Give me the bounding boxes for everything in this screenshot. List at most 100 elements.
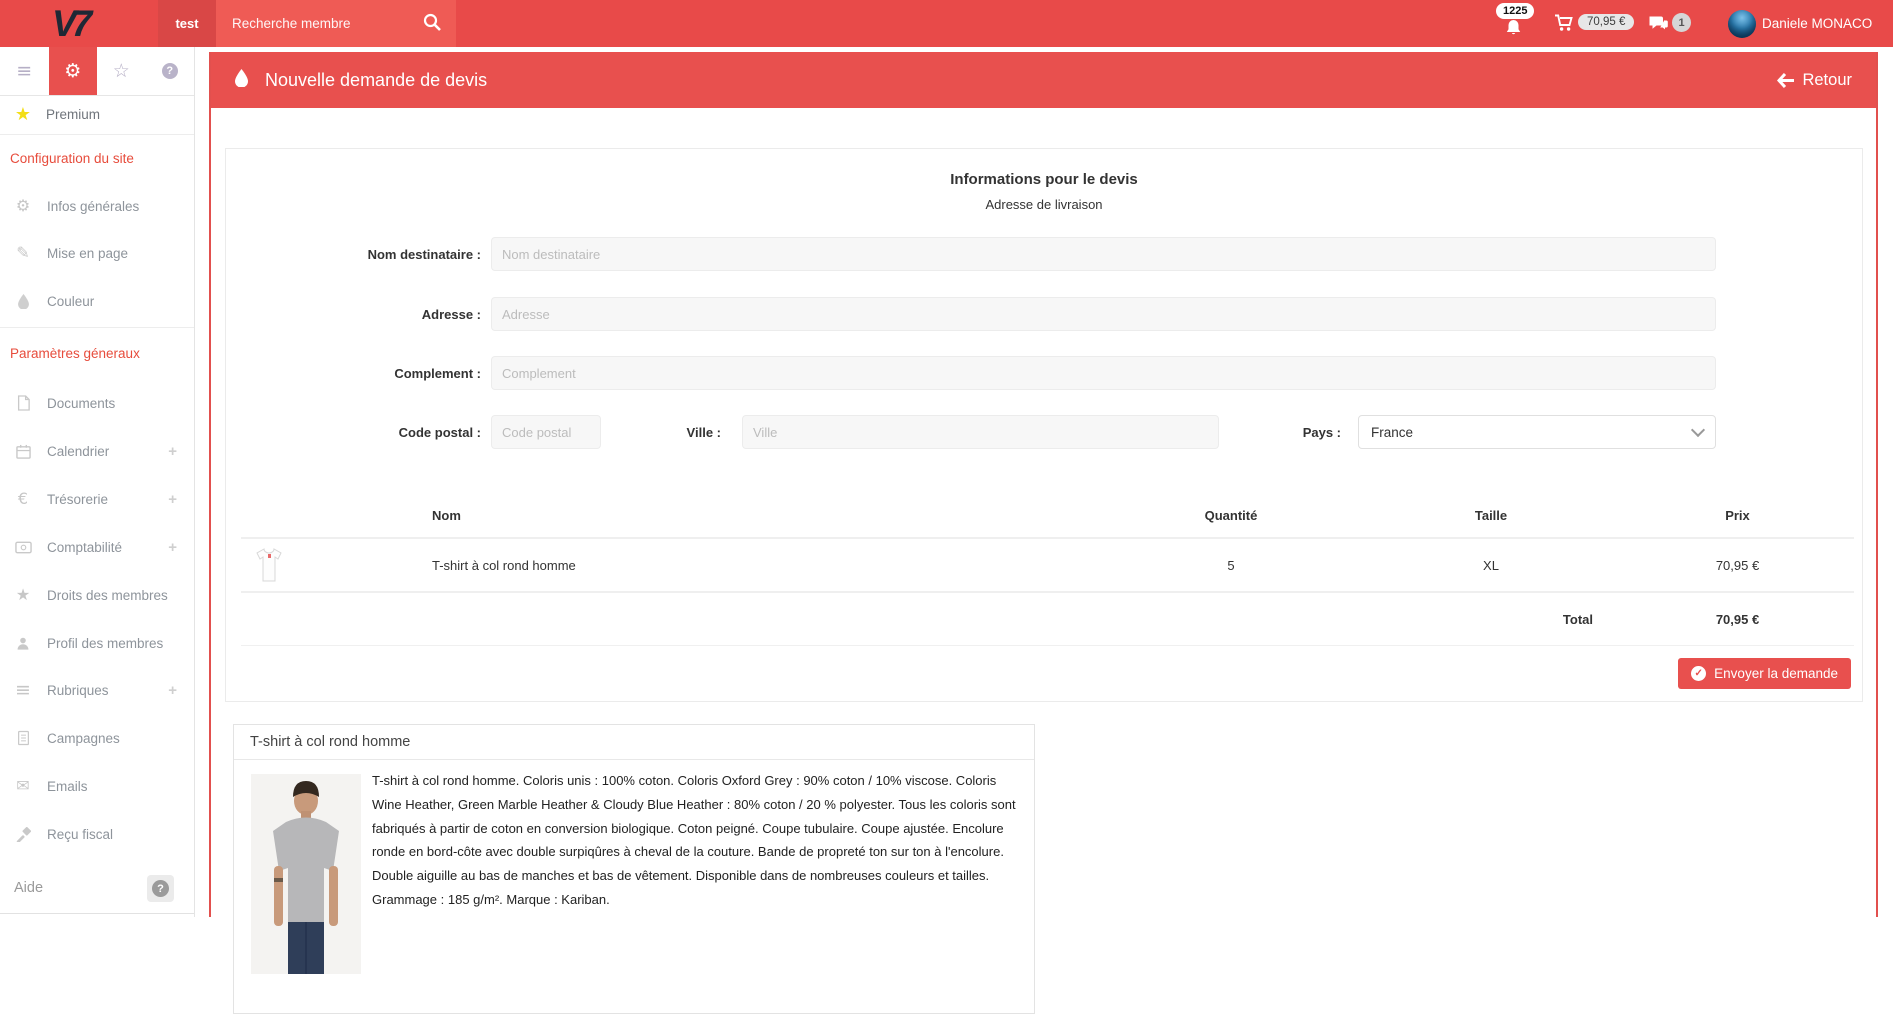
complement-label: Complement : [241,366,481,381]
sidebar-item-label: Infos générales [47,199,139,214]
search-icon[interactable] [422,12,442,35]
sidebar-item-documents[interactable]: Documents [0,390,194,416]
droplet-icon [14,294,32,309]
tab-help[interactable]: ? [146,47,195,95]
user-name[interactable]: Daniele MONACO [1762,16,1872,31]
send-request-label: Envoyer la demande [1714,666,1838,681]
sidebar-item-emails[interactable]: ✉ Emails [0,773,194,799]
sidebar-item-label: Emails [47,779,88,794]
sidebar-item-label: Rubriques [47,683,109,698]
pays-selected-value: France [1371,425,1413,440]
tab-settings[interactable]: ⚙ [49,47,98,95]
form-subheading: Adresse de livraison [226,197,1862,212]
content-panel: Nouvelle demande de devis Retour Informa… [209,52,1878,917]
user-avatar[interactable] [1728,10,1756,38]
brush-icon: ✎ [14,245,32,261]
bell-icon[interactable] [1505,19,1522,39]
code-postal-input[interactable] [491,415,601,449]
sidebar-item-tresorerie[interactable]: € Trésorerie + [0,486,194,512]
sidebar-item-rubriques[interactable]: ≡ Rubriques + [0,677,194,703]
sidebar-item-mise-en-page[interactable]: ✎ Mise en page [0,240,194,266]
col-header-nom: Nom [426,508,1101,523]
check-circle-icon: ✓ [1691,666,1706,681]
file-icon [14,395,32,411]
messages-icon[interactable] [1648,15,1669,36]
sidebar-item-infos-generales[interactable]: ⚙ Infos générales [0,193,194,219]
table-header: Nom Quantité Taille Prix [241,494,1854,539]
devis-card: Informations pour le devis Adresse de li… [225,148,1863,702]
pays-label: Pays : [1221,425,1341,440]
nom-destinataire-input[interactable] [491,237,1716,271]
product-card: T-shirt à col rond homme T-shirt à col r… [233,724,1035,1014]
aide-label: Aide [14,880,43,896]
total-row: Total 70,95 € [241,593,1854,646]
star-icon: ★ [14,587,32,603]
sidebar-item-aide[interactable]: Aide ? [0,874,194,902]
calendar-icon [14,444,32,459]
expand-plus-icon: + [168,491,177,508]
search-input[interactable] [230,15,422,32]
gear-icon: ⚙ [14,198,32,214]
tab-favorites[interactable]: ☆ [97,47,146,95]
sidebar-item-label: Documents [47,396,115,411]
sidebar-item-label: Comptabilité [47,540,122,555]
help-icon: ? [162,63,178,79]
sidebar-item-recu-fiscal[interactable]: Reçu fiscal [0,821,194,847]
nom-destinataire-label: Nom destinataire : [241,247,481,262]
sidebar: ≡ ⚙ ☆ ? ★ Premium Configuration du site … [0,47,195,917]
user-icon [14,636,32,651]
app-logo: V7 [52,0,87,47]
help-badge[interactable]: ? [147,875,174,902]
tab-menu[interactable]: ≡ [0,47,49,95]
send-request-button[interactable]: ✓ Envoyer la demande [1678,658,1851,689]
row-name: T-shirt à col rond homme [426,558,1101,573]
banknote-icon [14,541,32,554]
member-search [216,0,456,47]
section-title-parametres: Paramètres géneraux [10,346,140,361]
sidebar-item-label: Couleur [47,294,94,309]
document-lines-icon [14,730,32,746]
col-header-taille: Taille [1361,508,1621,523]
sidebar-item-label: Calendrier [47,444,109,459]
star-icon: ☆ [113,62,130,81]
sidebar-item-label: Reçu fiscal [47,827,113,842]
gear-icon: ⚙ [64,62,81,81]
sidebar-item-profil-membres[interactable]: Profil des membres [0,630,194,656]
back-label: Retour [1802,71,1852,90]
sidebar-bottom-divider [0,913,194,914]
form-heading: Informations pour le devis [226,171,1862,188]
pays-select[interactable]: France [1358,415,1716,449]
premium-star-icon: ★ [14,106,32,124]
adresse-input[interactable] [491,297,1716,331]
page-header: Nouvelle demande de devis Retour [211,52,1876,108]
sidebar-item-calendrier[interactable]: Calendrier + [0,438,194,464]
product-title: T-shirt à col rond homme [234,725,1034,760]
sidebar-item-premium[interactable]: ★ Premium [0,95,194,135]
row-price: 70,95 € [1621,558,1854,573]
euro-icon: € [14,491,32,507]
sidebar-item-comptabilite[interactable]: Comptabilité + [0,534,194,560]
sidebar-item-droits-membres[interactable]: ★ Droits des membres [0,582,194,608]
adresse-label: Adresse : [241,307,481,322]
sidebar-item-campagnes[interactable]: Campagnes [0,725,194,751]
complement-input[interactable] [491,356,1716,390]
ville-input[interactable] [742,415,1219,449]
cart-icon[interactable] [1554,13,1575,36]
menu-icon: ≡ [16,62,32,81]
sidebar-item-couleur[interactable]: Couleur [0,288,194,314]
expand-plus-icon: + [168,443,177,460]
sidebar-item-label: Droits des membres [47,588,168,603]
expand-plus-icon: + [168,539,177,556]
items-table: Nom Quantité Taille Prix T-shirt à col r… [241,494,1854,646]
back-button[interactable]: Retour [1777,71,1852,90]
droplet-icon [235,69,248,92]
total-value: 70,95 € [1621,612,1854,627]
site-tab[interactable]: test [158,0,216,47]
section-title-configuration: Configuration du site [10,151,134,166]
sidebar-item-label: Campagnes [47,731,120,746]
chevron-down-icon [1691,423,1705,437]
total-label: Total [1361,612,1621,627]
envelope-icon: ✉ [14,778,32,794]
page-title: Nouvelle demande de devis [265,70,487,91]
notifications-badge: 1225 [1496,3,1534,19]
